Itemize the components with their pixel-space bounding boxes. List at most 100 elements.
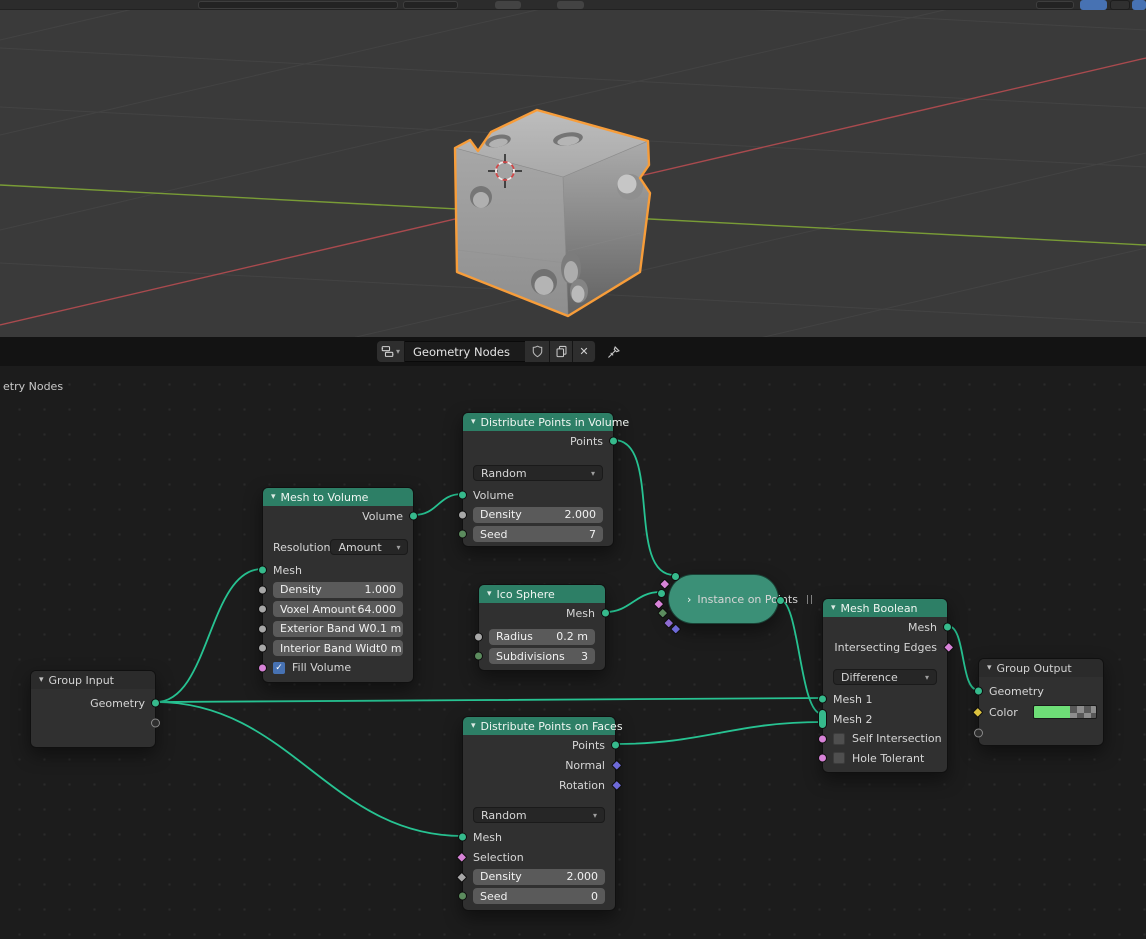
- node-distribute-points-in-volume[interactable]: ▾Distribute Points in VolumePoints Random…: [462, 412, 614, 547]
- hole-tolerant-checkbox[interactable]: [833, 752, 845, 764]
- density-socket[interactable]: [458, 510, 467, 519]
- mesh-2-socket[interactable]: [818, 709, 827, 729]
- exterior-band-w-value-slider[interactable]: Exterior Band W0.1 m: [273, 621, 403, 637]
- voxel-amount-socket[interactable]: [258, 605, 267, 614]
- mesh-1-socket[interactable]: [818, 695, 827, 704]
- volume-socket[interactable]: [458, 491, 467, 500]
- rotation-label: Rotation: [559, 779, 605, 792]
- toolbar-fragment[interactable]: [495, 1, 521, 9]
- nodetree-type-button[interactable]: ▾: [377, 341, 405, 362]
- seed-value-slider[interactable]: Seed0: [473, 888, 605, 904]
- collapse-chevron-icon[interactable]: ▾: [271, 493, 276, 502]
- virtual-socket[interactable]: [151, 719, 160, 728]
- radius-value-slider[interactable]: Radius0.2 m: [489, 629, 595, 645]
- toolbar-fragment[interactable]: [1080, 0, 1107, 10]
- density-value-slider[interactable]: Density1.000: [273, 582, 403, 598]
- intersecting-edges-socket[interactable]: [943, 642, 954, 653]
- subdivisions-value-slider[interactable]: Subdivisions3: [489, 648, 595, 664]
- node-distribute-points-on-faces[interactable]: ▾Distribute Points on FacesPointsNormalR…: [462, 716, 616, 911]
- node-group-input[interactable]: ▾Group InputGeometry: [30, 670, 156, 748]
- collapsed-input-2-socket[interactable]: [657, 589, 666, 598]
- toolbar-fragment[interactable]: [1036, 1, 1074, 9]
- node-ico-sphere[interactable]: ▾Ico SphereMeshRadius0.2 mSubdivisions3: [478, 584, 606, 671]
- seed-socket[interactable]: [458, 892, 467, 901]
- mesh-socket[interactable]: [258, 566, 267, 575]
- toolbar-fragment[interactable]: [1110, 0, 1130, 10]
- node-header[interactable]: ▾Distribute Points in Volume: [463, 413, 613, 431]
- points-output-row: Points: [463, 431, 613, 451]
- rotation-socket[interactable]: [611, 780, 622, 791]
- radius-socket[interactable]: [474, 632, 483, 641]
- color-swatch-rgb: [1034, 706, 1070, 718]
- node-graph: ▾Group InputGeometry ▾Mesh to VolumeVolum…: [0, 0, 1146, 939]
- nodetree-name-input[interactable]: [405, 341, 525, 362]
- row-gap: [463, 795, 615, 803]
- density-socket[interactable]: [456, 871, 467, 882]
- toolbar-fragment[interactable]: [198, 1, 398, 9]
- collapse-chevron-icon[interactable]: ▾: [471, 722, 476, 731]
- density-value-slider[interactable]: Density2.000: [473, 507, 603, 523]
- collapsed-input-0-socket[interactable]: [671, 572, 680, 581]
- volume-socket[interactable]: [409, 512, 418, 521]
- virtual-socket[interactable]: [974, 729, 983, 738]
- seed-socket[interactable]: [458, 530, 467, 539]
- node-header[interactable]: ▾ Group Output: [979, 659, 1103, 677]
- collapse-chevron-icon[interactable]: ▾: [987, 664, 992, 673]
- fake-user-button[interactable]: [525, 341, 550, 362]
- node-title: Group Output: [997, 662, 1072, 675]
- seed-value-slider[interactable]: Seed7: [473, 526, 603, 542]
- mesh-socket[interactable]: [943, 623, 952, 632]
- interior-band-widt-value-slider[interactable]: Interior Band Widt0 m: [273, 640, 403, 656]
- subdivisions-label: Subdivisions: [496, 650, 565, 663]
- blender-window: ▾ ✕: [0, 0, 1146, 939]
- toolbar-fragment[interactable]: [1132, 0, 1146, 10]
- interior-band-widt-socket[interactable]: [258, 644, 267, 653]
- node-mesh-to-volume[interactable]: ▾Mesh to VolumeVolumeResolutionAmount▾Me…: [262, 487, 414, 683]
- node-header[interactable]: ▾Ico Sphere: [479, 585, 605, 603]
- pin-button[interactable]: [603, 342, 623, 362]
- node-instance-on-points[interactable]: ›Instance on Points: [668, 574, 779, 624]
- self-intersection-checkbox[interactable]: [833, 733, 845, 745]
- collapsed-input-1-socket[interactable]: [659, 578, 670, 589]
- random-dropdown[interactable]: Random▾: [473, 465, 603, 481]
- fill-volume-checkbox[interactable]: ✓: [273, 662, 285, 674]
- node-header[interactable]: ▾Distribute Points on Faces: [463, 717, 615, 735]
- collapse-chevron-icon[interactable]: ›: [687, 594, 691, 605]
- density-value-slider[interactable]: Density2.000: [473, 869, 605, 885]
- normal-socket[interactable]: [611, 760, 622, 771]
- collapse-chevron-icon[interactable]: ▾: [487, 590, 492, 599]
- toolbar-fragment[interactable]: [403, 1, 458, 9]
- node-header[interactable]: ▾Group Input: [31, 671, 155, 689]
- density-socket[interactable]: [258, 585, 267, 594]
- collapse-chevron-icon[interactable]: ▾: [471, 418, 476, 427]
- selection-socket[interactable]: [456, 852, 467, 863]
- self-intersection-socket[interactable]: [818, 734, 827, 743]
- node-header[interactable]: ▾Mesh to Volume: [263, 488, 413, 506]
- node-header[interactable]: ▾Mesh Boolean: [823, 599, 947, 617]
- color-swatch[interactable]: [1033, 705, 1097, 719]
- points-socket[interactable]: [609, 437, 618, 446]
- unlink-button[interactable]: ✕: [573, 341, 596, 362]
- color-socket[interactable]: [972, 707, 983, 718]
- node-mesh-boolean[interactable]: ▾Mesh BooleanMeshIntersecting EdgesDiffe…: [822, 598, 948, 773]
- mesh-label: Mesh: [908, 621, 937, 634]
- difference-dropdown[interactable]: Difference▾: [833, 669, 937, 685]
- geometry-socket[interactable]: [151, 699, 160, 708]
- collapse-chevron-icon[interactable]: ▾: [831, 604, 836, 613]
- points-socket[interactable]: [611, 741, 620, 750]
- node-group-output[interactable]: ▾Group OutputGeometryColor: [978, 658, 1104, 746]
- voxel-amount-value-slider[interactable]: Voxel Amount64.000: [273, 601, 403, 617]
- mesh-socket[interactable]: [601, 609, 610, 618]
- collapse-chevron-icon[interactable]: ▾: [39, 676, 44, 685]
- instances-output-socket[interactable]: [776, 596, 785, 605]
- random-dropdown[interactable]: Random▾: [473, 807, 605, 823]
- exterior-band-w-socket[interactable]: [258, 624, 267, 633]
- toolbar-fragment[interactable]: [557, 1, 584, 9]
- subdivisions-socket[interactable]: [474, 652, 483, 661]
- fill-volume-socket[interactable]: [258, 663, 267, 672]
- amount-dropdown[interactable]: Amount▾: [330, 539, 408, 555]
- geometry-socket[interactable]: [974, 687, 983, 696]
- mesh-socket[interactable]: [458, 833, 467, 842]
- hole-tolerant-socket[interactable]: [818, 754, 827, 763]
- new-copy-button[interactable]: [550, 341, 573, 362]
